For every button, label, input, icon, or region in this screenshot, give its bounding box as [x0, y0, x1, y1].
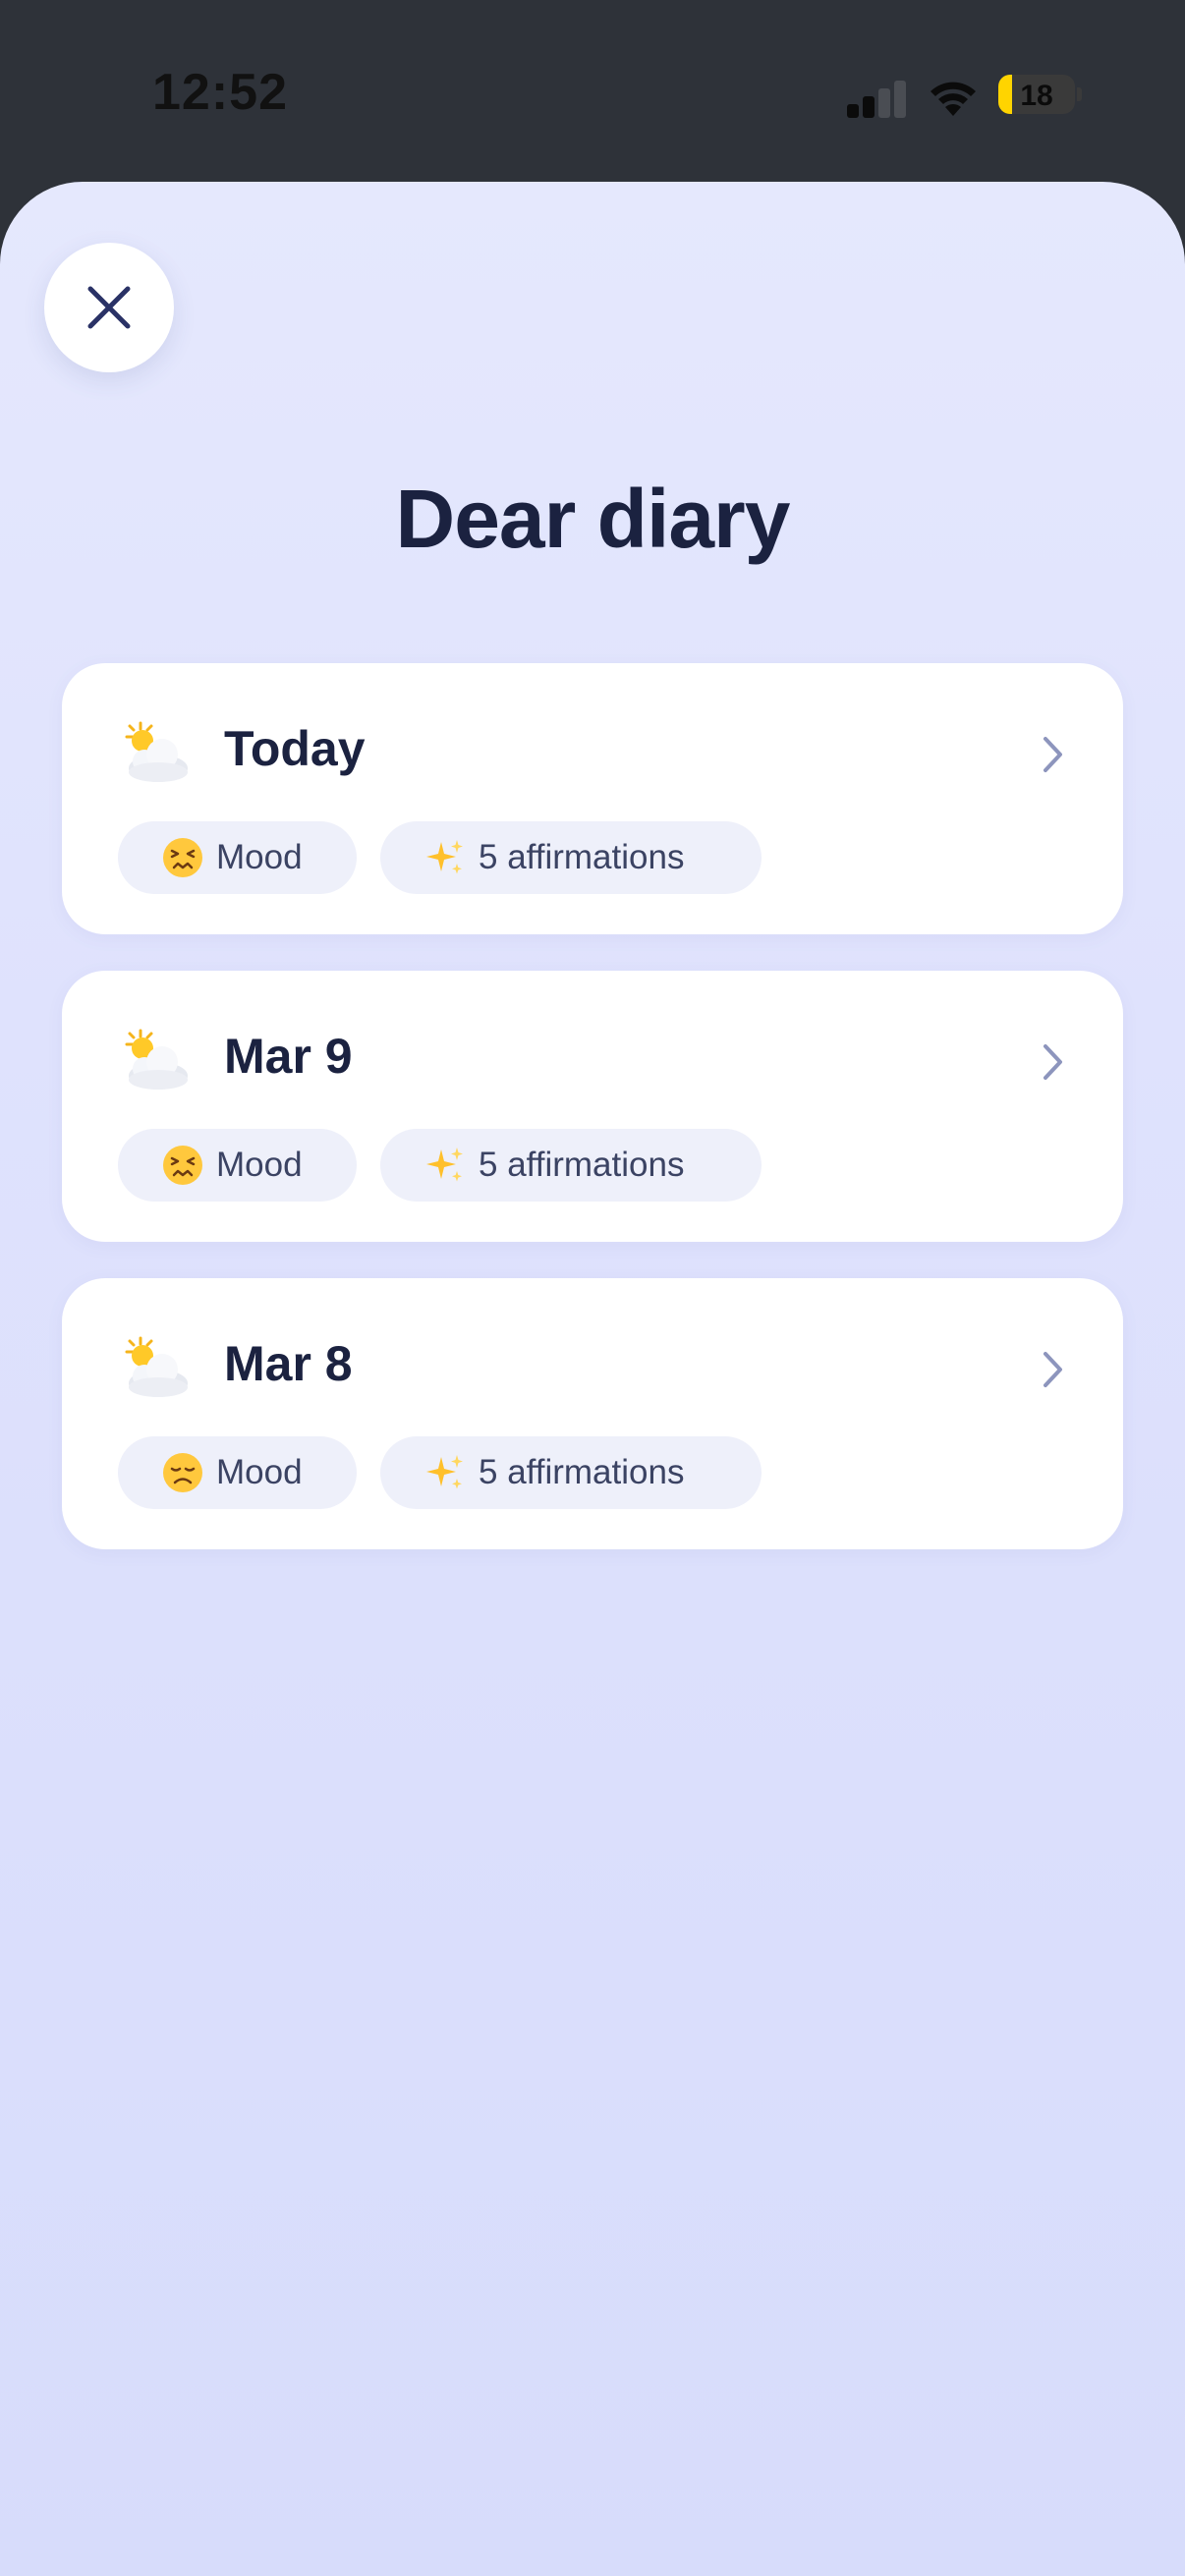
mood-label: Mood: [216, 1146, 303, 1184]
battery-icon: 18: [998, 75, 1075, 114]
cellular-signal-icon: [847, 79, 910, 118]
mood-label: Mood: [216, 1453, 303, 1491]
chevron-right-icon: [1044, 1044, 1062, 1080]
diary-entry-card[interactable]: Today Mood 5 affirmations: [62, 663, 1123, 934]
confounded-face-icon: [163, 1146, 202, 1185]
diary-entry-card[interactable]: Mar 9 Mood 5 affirmations: [62, 971, 1123, 1242]
entry-date: Today: [224, 721, 366, 776]
status-bar: 12:52 18: [0, 0, 1185, 187]
affirmations-chip[interactable]: 5 affirmations: [380, 1436, 762, 1509]
battery-level: 18: [1020, 80, 1053, 112]
sun-behind-cloud-icon: [125, 721, 188, 782]
page-title: Dear diary: [395, 473, 791, 565]
mood-chip[interactable]: Mood: [118, 821, 357, 894]
sparkles-icon: [426, 840, 463, 874]
affirmations-chip[interactable]: 5 affirmations: [380, 821, 762, 894]
mood-label: Mood: [216, 838, 303, 876]
affirmations-label: 5 affirmations: [479, 1146, 685, 1184]
close-button[interactable]: [44, 243, 174, 372]
sun-behind-cloud-icon: [125, 1029, 188, 1090]
chevron-right-icon: [1044, 1352, 1062, 1387]
sparkles-icon: [426, 1148, 463, 1182]
confounded-face-icon: [163, 838, 202, 877]
mood-chip[interactable]: Mood: [118, 1129, 357, 1202]
battery-cap: [1077, 87, 1082, 101]
wifi-icon: [931, 82, 976, 116]
affirmations-label: 5 affirmations: [479, 838, 685, 876]
diary-sheet: Dear diary Today Mood 5 affirmations Mar…: [0, 182, 1185, 2576]
chevron-right-icon: [1044, 737, 1062, 772]
entry-date: Mar 9: [224, 1029, 353, 1084]
disappointed-face-icon: [163, 1453, 202, 1492]
diary-entry-card[interactable]: Mar 8 Mood 5 affirmations: [62, 1278, 1123, 1549]
sun-behind-cloud-icon: [125, 1336, 188, 1397]
affirmations-label: 5 affirmations: [479, 1453, 685, 1491]
status-time: 12:52: [152, 64, 288, 121]
mood-chip[interactable]: Mood: [118, 1436, 357, 1509]
sparkles-icon: [426, 1455, 463, 1489]
close-icon: [87, 286, 131, 329]
affirmations-chip[interactable]: 5 affirmations: [380, 1129, 762, 1202]
entry-date: Mar 8: [224, 1336, 353, 1391]
